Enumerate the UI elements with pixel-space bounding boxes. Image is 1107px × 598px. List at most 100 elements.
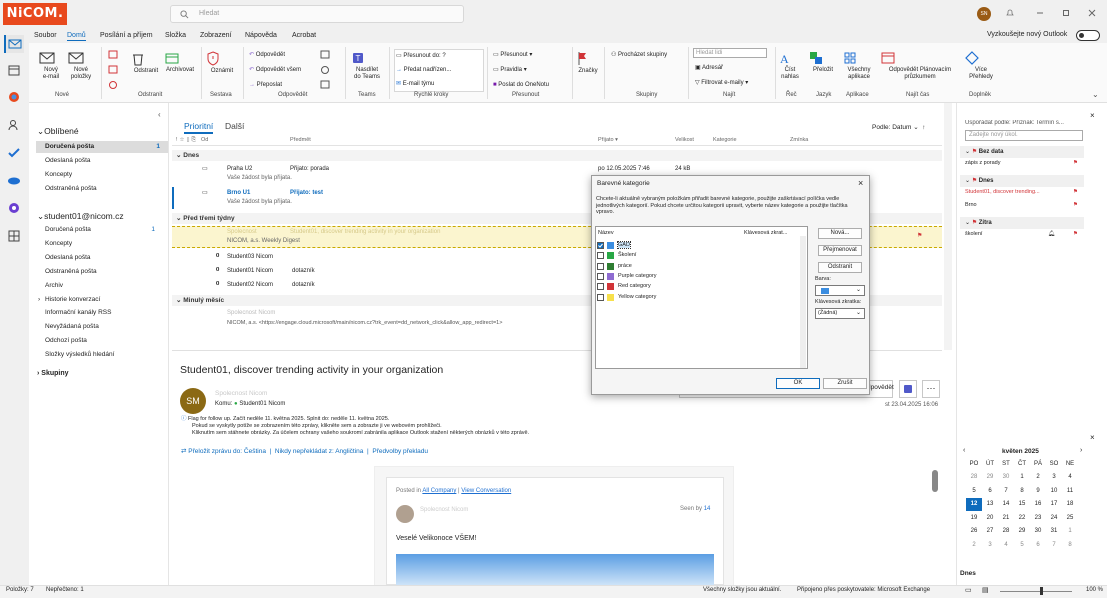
search-input[interactable]: Hledat bbox=[170, 5, 464, 23]
calendar-day[interactable]: 9 bbox=[1030, 484, 1046, 498]
menu-help[interactable]: Nápověda bbox=[245, 32, 277, 39]
normal-view-icon[interactable]: ▭ bbox=[965, 586, 972, 594]
zoom-thumb[interactable] bbox=[1040, 587, 1043, 595]
sender-name[interactable]: Spolecnost Nicom bbox=[215, 390, 267, 397]
category-row[interactable]: Školení bbox=[597, 251, 797, 261]
onenote-button[interactable]: ■ Poslat do OneNotu bbox=[493, 81, 549, 89]
column-received[interactable]: Přijato ▾ bbox=[598, 137, 618, 143]
calendar-day[interactable]: 5 bbox=[966, 484, 982, 498]
viva-insights-button[interactable]: Více Přehledy bbox=[965, 51, 997, 81]
calendar-day[interactable]: 4 bbox=[998, 538, 1014, 552]
calendar-day[interactable]: 29 bbox=[1014, 525, 1030, 539]
calendar-day-today[interactable]: 12 bbox=[966, 497, 982, 511]
calendar-day[interactable]: 26 bbox=[966, 525, 982, 539]
people-icon[interactable] bbox=[7, 118, 21, 132]
category-checkbox[interactable] bbox=[597, 252, 604, 260]
todo-icon[interactable] bbox=[7, 146, 21, 160]
calendar-day[interactable]: 27 bbox=[982, 525, 998, 539]
quick-step-forward-manager[interactable]: → Předat nadřízen... bbox=[396, 66, 451, 74]
calendar-day[interactable]: 28 bbox=[966, 471, 982, 485]
meeting-icon[interactable] bbox=[320, 50, 330, 59]
category-checkbox[interactable] bbox=[597, 272, 604, 280]
quick-step-team-email[interactable]: ✉ E-mail týmu bbox=[396, 80, 434, 88]
im-icon[interactable] bbox=[320, 65, 330, 74]
zoom-slider[interactable] bbox=[1000, 591, 1072, 592]
cancel-button[interactable]: Zrušit bbox=[823, 378, 867, 389]
tab-other[interactable]: Další bbox=[225, 121, 244, 131]
flags-button[interactable]: Značky bbox=[576, 51, 600, 75]
mail-icon[interactable] bbox=[4, 35, 24, 53]
share-to-teams-button[interactable]: T Nasdílet do Teams bbox=[350, 51, 384, 81]
restore-icon[interactable] bbox=[1061, 8, 1075, 20]
calendar-next[interactable]: › bbox=[1080, 447, 1082, 454]
calendar-day[interactable]: 6 bbox=[982, 484, 998, 498]
reading-scrollbar[interactable] bbox=[932, 470, 938, 492]
rules-button[interactable]: ▭ Pravidla ▾ bbox=[493, 66, 527, 74]
calendar-day[interactable]: 8 bbox=[1062, 538, 1078, 552]
new-email-button[interactable]: Nový e-mail bbox=[38, 51, 64, 81]
calendar-day[interactable]: 6 bbox=[1030, 538, 1046, 552]
junk-icon[interactable] bbox=[108, 80, 118, 89]
ok-button[interactable]: OK bbox=[776, 378, 820, 389]
flag-icon[interactable]: ⚑ bbox=[1073, 202, 1078, 208]
calendar-day[interactable]: 16 bbox=[1030, 498, 1046, 512]
account-folder-item[interactable]: Odeslaná pošta bbox=[45, 252, 163, 264]
sort-button[interactable]: Podle: Datum ⌄ ↑ bbox=[872, 123, 926, 131]
calendar-day[interactable]: 22 bbox=[1014, 511, 1030, 525]
todo-group-header[interactable]: ⌄ ⚑ Bez data bbox=[960, 146, 1084, 158]
reply-all-button[interactable]: ↶ Odpovědět všem bbox=[249, 66, 301, 74]
quick-step-move-to[interactable]: ▭ Přesunout do: ? bbox=[396, 52, 446, 60]
calendar-day[interactable]: 25 bbox=[1062, 511, 1078, 525]
calendar-day[interactable]: 18 bbox=[1062, 498, 1078, 512]
todo-item[interactable]: Student01, discover trending... ⚑ bbox=[965, 189, 1083, 200]
calendar-prev[interactable]: ‹ bbox=[963, 447, 965, 454]
translate-button[interactable]: Přeložit bbox=[809, 51, 837, 74]
viva-icon[interactable] bbox=[7, 201, 21, 215]
menu-home[interactable]: Domů bbox=[67, 32, 86, 41]
bell-icon[interactable] bbox=[1005, 8, 1019, 20]
ignore-icon[interactable] bbox=[108, 50, 118, 59]
address-book-button[interactable]: ▣ Adresář bbox=[695, 64, 723, 72]
read-aloud-button[interactable]: A Číst nahlas bbox=[778, 51, 802, 81]
shortcut-select[interactable]: (Žádná) ⌄ bbox=[815, 308, 865, 319]
favorite-folder-item[interactable]: Odstraněná pošta bbox=[45, 183, 163, 195]
calendar-day[interactable]: 21 bbox=[998, 511, 1014, 525]
browse-groups-button[interactable]: ⚇ Procházet skupiny bbox=[611, 51, 667, 59]
ribbon-collapse-icon[interactable]: ⌄ bbox=[1092, 90, 1099, 99]
account-folder-item[interactable]: Nevyžádaná pošta bbox=[45, 321, 163, 333]
cleanup-icon[interactable] bbox=[108, 65, 118, 74]
translate-link[interactable]: Přeložit zprávu do: Čeština bbox=[188, 448, 266, 455]
copilot-icon[interactable] bbox=[7, 90, 21, 104]
category-row[interactable]: práce bbox=[597, 262, 797, 272]
calendar-day[interactable]: 11 bbox=[1062, 484, 1078, 498]
move-button[interactable]: ▭ Přesunout ▾ bbox=[493, 51, 532, 59]
calendar-day[interactable]: 13 bbox=[982, 498, 998, 512]
calendar-day[interactable]: 5 bbox=[1014, 538, 1030, 552]
calendar-day[interactable]: 2 bbox=[966, 538, 982, 552]
report-button[interactable]: Oznámit bbox=[206, 51, 238, 75]
calendar-day[interactable]: 31 bbox=[1046, 525, 1062, 539]
account-folder-item[interactable]: Složky výsledků hledání bbox=[45, 349, 163, 361]
calendar-day[interactable]: 15 bbox=[1014, 498, 1030, 512]
arrange-by[interactable]: Uspořádat podle: Příznak: Termín s... bbox=[965, 120, 1077, 126]
todo-group-header[interactable]: ⌄ ⚑ Zítra bbox=[960, 217, 1084, 229]
calendar-day[interactable]: 7 bbox=[998, 484, 1014, 498]
calendar-icon[interactable] bbox=[7, 63, 21, 77]
calendar-day[interactable]: 1 bbox=[1062, 525, 1078, 539]
more-reply-icon[interactable] bbox=[320, 80, 330, 89]
new-items-button[interactable]: Nové položky bbox=[67, 51, 95, 81]
todo-group-header[interactable]: ⌄ ⚑ Dnes bbox=[960, 175, 1084, 187]
onedrive-icon[interactable] bbox=[7, 173, 21, 187]
flag-icon[interactable]: ⚑ bbox=[1073, 231, 1078, 237]
category-row[interactable]: Yellow category bbox=[597, 293, 797, 303]
account-folder-item[interactable]: Doručená pošta 1 bbox=[45, 224, 163, 236]
calendar-day[interactable]: 20 bbox=[982, 511, 998, 525]
menu-file[interactable]: Soubor bbox=[34, 32, 57, 39]
reply-button[interactable]: ↶ Odpovědět bbox=[249, 51, 285, 59]
calendar-day[interactable]: 30 bbox=[998, 471, 1014, 485]
menu-folder[interactable]: Složka bbox=[165, 32, 186, 39]
menu-send-receive[interactable]: Posílání a příjem bbox=[100, 32, 153, 39]
new-category-button[interactable]: Nová... bbox=[818, 228, 862, 239]
column-from[interactable]: Od bbox=[201, 137, 208, 143]
reading-view-icon[interactable]: ▤ bbox=[982, 586, 989, 594]
